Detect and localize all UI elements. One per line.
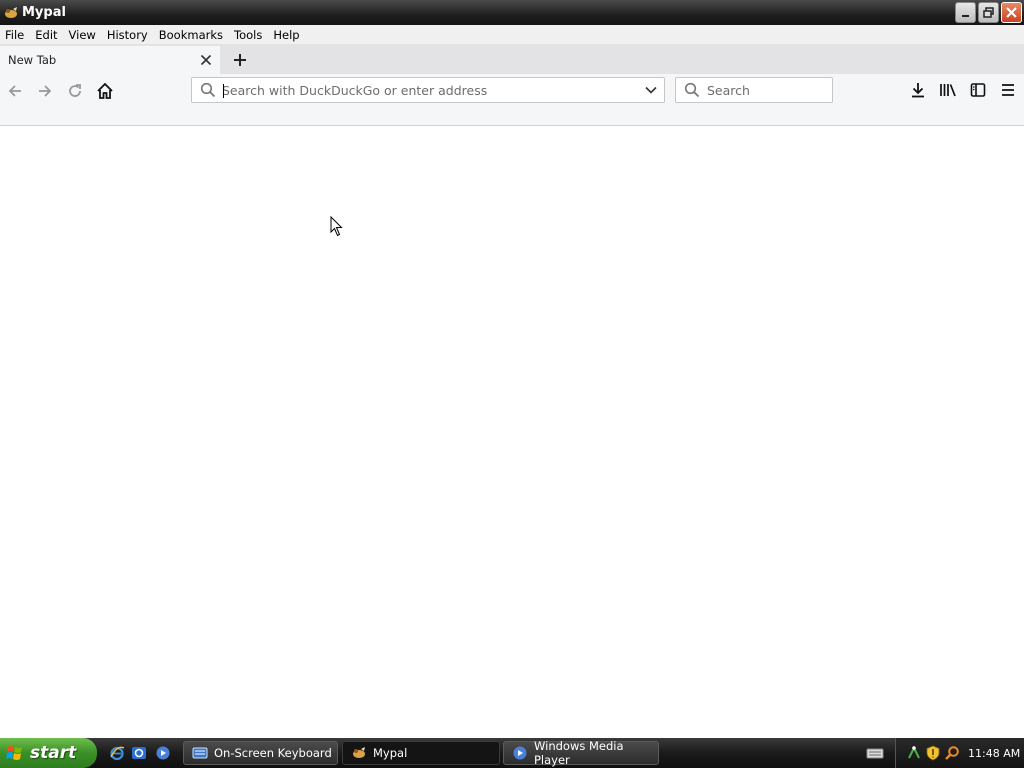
taskbar-item-mypal[interactable]: Mypal	[342, 741, 500, 765]
search-tray-icon[interactable]	[944, 745, 960, 761]
app-menu-button[interactable]	[996, 79, 1020, 101]
network-icon[interactable]	[906, 745, 922, 761]
menu-bookmarks[interactable]: Bookmarks	[159, 28, 223, 42]
minimize-button[interactable]	[955, 2, 976, 23]
tab-new-tab[interactable]: New Tab	[0, 46, 220, 74]
reload-button[interactable]	[64, 80, 86, 102]
taskbar-item-label: Mypal	[373, 746, 408, 760]
search-icon	[683, 81, 701, 99]
home-icon	[97, 82, 113, 99]
tab-close-icon	[200, 54, 212, 66]
app-icon	[3, 5, 19, 21]
security-shield-icon[interactable]	[925, 745, 941, 761]
window-controls	[955, 2, 1022, 23]
internet-explorer-icon	[110, 746, 125, 761]
menu-view[interactable]: View	[69, 28, 96, 42]
taskbar: start On-Screen Keyboard Mypal Windows M…	[0, 738, 1024, 768]
library-button[interactable]	[936, 79, 960, 101]
taskbar-item-label: Windows Media Player	[534, 739, 624, 767]
window-title: Mypal	[22, 5, 66, 20]
menu-help[interactable]: Help	[273, 28, 299, 42]
search-bar[interactable]	[675, 77, 833, 103]
system-tray: 11:48 AM	[895, 738, 1024, 768]
quicklaunch-ie[interactable]	[109, 745, 125, 761]
url-dropdown-button[interactable]	[640, 79, 662, 101]
home-button[interactable]	[94, 80, 116, 102]
taskbar-item-label: On-Screen Keyboard	[214, 746, 332, 760]
new-tab-button[interactable]	[230, 51, 250, 69]
menu-tools[interactable]: Tools	[234, 28, 262, 42]
windows-logo-icon	[6, 746, 22, 760]
start-button[interactable]: start	[0, 738, 97, 768]
sidebar-icon	[970, 83, 986, 97]
tab-strip: New Tab	[0, 44, 1024, 74]
media-player-icon	[512, 745, 528, 761]
menu-icon	[1002, 84, 1014, 96]
menu-bar: File Edit View History Bookmarks Tools H…	[0, 25, 1024, 44]
menu-edit[interactable]: Edit	[35, 28, 57, 42]
forward-icon	[39, 85, 52, 97]
search-icon	[199, 81, 217, 99]
start-label: start	[30, 743, 77, 763]
title-bar: Mypal	[0, 0, 1024, 25]
text-caret	[223, 84, 224, 98]
menu-history[interactable]: History	[107, 28, 148, 42]
reload-icon	[69, 84, 81, 97]
close-button[interactable]	[1001, 2, 1022, 23]
url-bar[interactable]	[191, 77, 665, 103]
back-button[interactable]	[4, 80, 26, 102]
back-icon	[8, 85, 21, 97]
restore-button[interactable]	[978, 2, 999, 23]
cursor-icon	[330, 215, 343, 237]
search-input[interactable]	[707, 80, 832, 100]
quicklaunch-outlook[interactable]	[131, 745, 147, 761]
keyboard-icon	[192, 745, 208, 761]
app-icon	[351, 745, 367, 761]
download-icon	[912, 83, 924, 98]
clock: 11:48 AM	[968, 746, 1021, 760]
forward-button[interactable]	[34, 80, 56, 102]
navigation-toolbar	[0, 74, 1024, 126]
dropdown-icon	[645, 86, 657, 94]
taskbar-item-windows-media-player[interactable]: Windows Media Player	[503, 739, 659, 767]
library-icon	[940, 84, 956, 97]
restore-icon	[983, 7, 994, 18]
new-tab-icon	[234, 54, 246, 66]
language-bar-keyboard-icon[interactable]	[866, 746, 884, 760]
media-player-icon	[156, 746, 170, 760]
url-input[interactable]	[222, 80, 640, 100]
taskbar-item-on-screen-keyboard[interactable]: On-Screen Keyboard	[183, 741, 338, 765]
tab-close-button[interactable]	[198, 52, 214, 68]
mail-icon	[132, 747, 146, 759]
minimize-icon	[961, 14, 969, 17]
menu-file[interactable]: File	[5, 28, 24, 42]
downloads-button[interactable]	[906, 79, 930, 101]
close-icon	[1006, 7, 1017, 18]
mouse-cursor	[330, 215, 344, 241]
sidebar-button[interactable]	[966, 79, 990, 101]
quicklaunch-media-player[interactable]	[155, 745, 171, 761]
page-content	[0, 126, 1024, 738]
tab-label: New Tab	[8, 53, 57, 67]
